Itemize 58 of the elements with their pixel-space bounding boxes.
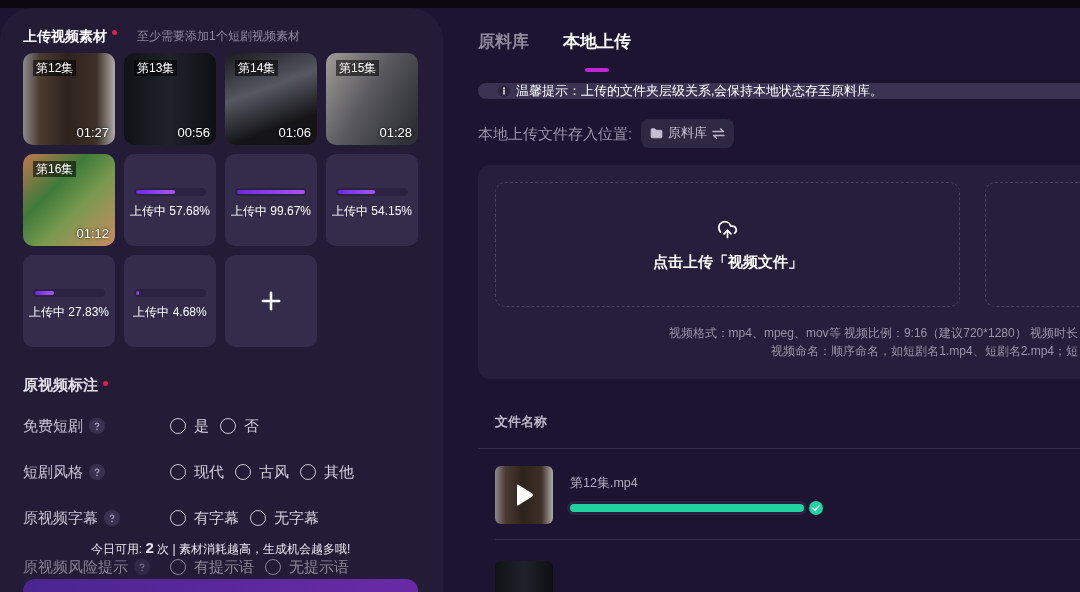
video-duration: 01:27: [76, 125, 109, 141]
notice-text: 温馨提示：上传的文件夹层级关系,会保持本地状态存至原料库。: [516, 83, 884, 99]
video-duration: 01:06: [278, 125, 311, 141]
field-label: 原视频字幕: [23, 508, 98, 528]
radio-option[interactable]: 其他: [300, 462, 354, 482]
folder-selector[interactable]: 原料库: [641, 119, 735, 148]
help-icon[interactable]: [89, 464, 105, 480]
episode-label: 第13集: [134, 60, 178, 76]
radio-option[interactable]: 古风: [235, 462, 289, 482]
help-icon[interactable]: [104, 510, 120, 526]
quota-text: 今日可用: 2 次 | 素材消耗越高，生成机会越多哦!: [90, 540, 351, 557]
play-icon[interactable]: [514, 483, 534, 507]
upload-dropzone[interactable]: 点击上传「视频文件」: [495, 182, 960, 307]
format-hint: 视频格式：mp4、mpeg、mov等 视频比例：9:16（建议720*1280） 视频时长: [668, 325, 1078, 342]
video-thumbnail[interactable]: 第16集 01:12: [23, 154, 115, 246]
upload-label: 点击上传「视频文件」: [652, 252, 803, 272]
radio-option[interactable]: 现代: [170, 462, 224, 482]
field-label: 短剧风格: [23, 462, 83, 482]
video-thumbnail[interactable]: 第15集 01:28: [326, 53, 418, 145]
section-title: 上传视频素材: [23, 27, 107, 45]
file-name: 第12集.mp4: [570, 475, 639, 491]
video-duration: 01:12: [76, 226, 109, 242]
field-label: 原视频风险提示: [23, 557, 128, 577]
radio-option[interactable]: 无提示语: [265, 557, 349, 577]
video-thumbnail[interactable]: [495, 466, 553, 524]
upload-cloud-icon: [717, 219, 738, 240]
tab[interactable]: 本地上传: [563, 30, 631, 72]
section-hint: 至少需要添加1个短剧视频素材: [137, 28, 300, 45]
radio-option[interactable]: 否: [220, 416, 259, 436]
video-thumbnail[interactable]: 第13集 00:56: [124, 53, 216, 145]
video-duration: 00:56: [177, 125, 210, 141]
upload-status: 上传中 57.68%: [129, 203, 210, 219]
video-thumbnail[interactable]: 第12集 01:27: [23, 53, 115, 145]
help-icon[interactable]: [134, 559, 150, 575]
radio-option[interactable]: 有提示语: [170, 557, 254, 577]
section-title: 原视频标注: [23, 375, 98, 395]
episode-label: 第12集: [33, 60, 77, 76]
upload-status: 上传中 54.15%: [331, 203, 412, 219]
upload-status: 上传中 99.67%: [230, 203, 311, 219]
swap-icon: [712, 128, 726, 139]
video-duration: 01:28: [379, 125, 412, 141]
radio-option[interactable]: 是: [170, 416, 209, 436]
folder-icon: [650, 127, 664, 140]
upload-status: 上传中 27.83%: [28, 304, 109, 320]
radio-option[interactable]: 无字幕: [250, 508, 319, 528]
tab[interactable]: 原料库: [478, 30, 529, 72]
info-icon: [498, 85, 510, 97]
location-label: 本地上传文件存入位置:: [478, 123, 633, 144]
episode-label: 第15集: [336, 60, 380, 76]
field-label: 免费短剧: [23, 416, 83, 436]
episode-label: 第16集: [33, 161, 77, 177]
episode-label: 第14集: [235, 60, 279, 76]
video-thumbnail[interactable]: 第14集 01:06: [225, 53, 317, 145]
radio-option[interactable]: 有字幕: [170, 508, 239, 528]
help-icon[interactable]: [89, 418, 105, 434]
column-header: 文件名称: [495, 415, 547, 429]
format-hint: 视频命名：顺序命名，如短剧名1.mp4、短剧名2.mp4；短: [771, 343, 1078, 360]
upload-status: 上传中 4.68%: [133, 304, 207, 320]
